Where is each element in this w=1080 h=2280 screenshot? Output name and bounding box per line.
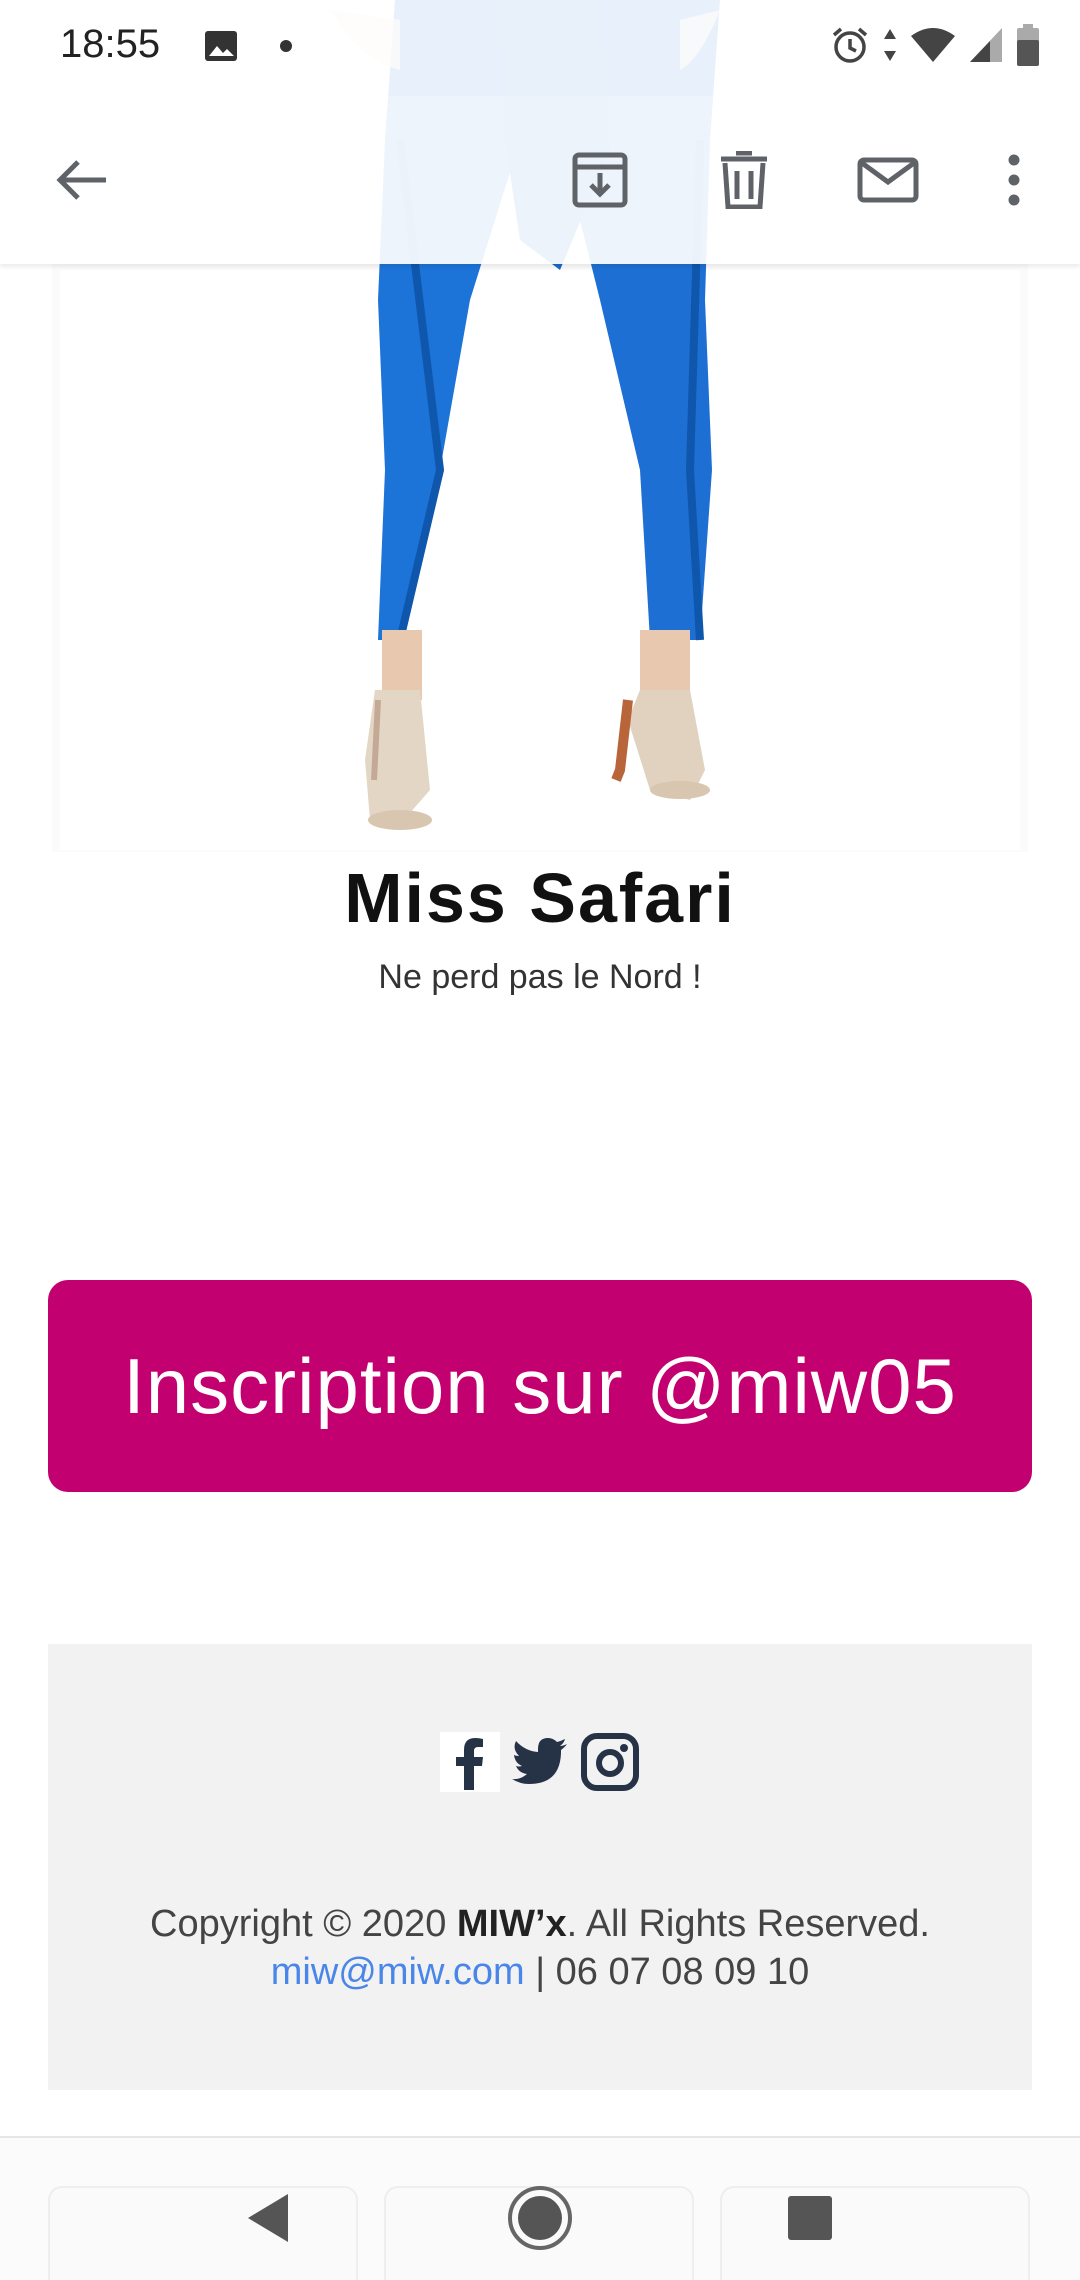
delete-icon[interactable] bbox=[704, 140, 784, 220]
email-footer: Copyright © 2020 MIW’x. All Rights Reser… bbox=[48, 1644, 1032, 2090]
contact-line: miw@miw.com | 06 07 08 09 10 bbox=[48, 1948, 1032, 1996]
back-arrow-icon[interactable] bbox=[42, 140, 122, 220]
home-circle-icon[interactable] bbox=[500, 2178, 580, 2258]
archive-icon[interactable] bbox=[560, 140, 640, 220]
copyright-suffix: . All Rights Reserved. bbox=[566, 1903, 930, 1945]
system-nav-bar bbox=[0, 2138, 1080, 2280]
notification-dot bbox=[280, 40, 292, 52]
status-time: 18:55 bbox=[60, 22, 161, 66]
contact-separator: | bbox=[524, 1951, 556, 1993]
email-screen: 18:55 Miss Safari Ne perd pas le Nord ! … bbox=[0, 0, 1080, 2280]
twitter-icon[interactable] bbox=[510, 1732, 570, 1792]
battery-icon bbox=[1016, 23, 1040, 71]
alarm-icon bbox=[830, 25, 870, 70]
email-toolbar bbox=[0, 96, 1080, 264]
gallery-icon bbox=[204, 30, 238, 62]
email-link[interactable]: miw@miw.com bbox=[271, 1951, 525, 1993]
signup-button[interactable]: Inscription sur @miw05 bbox=[48, 1280, 1032, 1492]
status-icons bbox=[830, 23, 1040, 71]
social-links bbox=[48, 1732, 1032, 1792]
forward-bar-ghost bbox=[720, 2186, 1030, 2280]
status-bar: 18:55 bbox=[0, 0, 1080, 96]
phone-number: 06 07 08 09 10 bbox=[555, 1951, 810, 1993]
data-arrows-icon bbox=[882, 25, 898, 70]
brand-name: MIW’x bbox=[456, 1903, 567, 1945]
signal-icon bbox=[968, 26, 1004, 69]
product-title: Miss Safari bbox=[344, 859, 736, 937]
wifi-icon bbox=[910, 26, 956, 69]
copyright-prefix: Copyright © 2020 bbox=[150, 1903, 457, 1945]
mark-unread-icon[interactable] bbox=[848, 140, 928, 220]
facebook-icon[interactable] bbox=[440, 1732, 500, 1792]
back-triangle-icon[interactable] bbox=[228, 2178, 308, 2258]
more-options-icon[interactable] bbox=[974, 140, 1054, 220]
instagram-icon[interactable] bbox=[580, 1732, 640, 1792]
copyright-line: Copyright © 2020 MIW’x. All Rights Reser… bbox=[48, 1900, 1032, 1948]
product-subtitle: Ne perd pas le Nord ! bbox=[378, 958, 702, 996]
recents-square-icon[interactable] bbox=[770, 2178, 850, 2258]
reply-bar-ghost bbox=[48, 2186, 358, 2280]
